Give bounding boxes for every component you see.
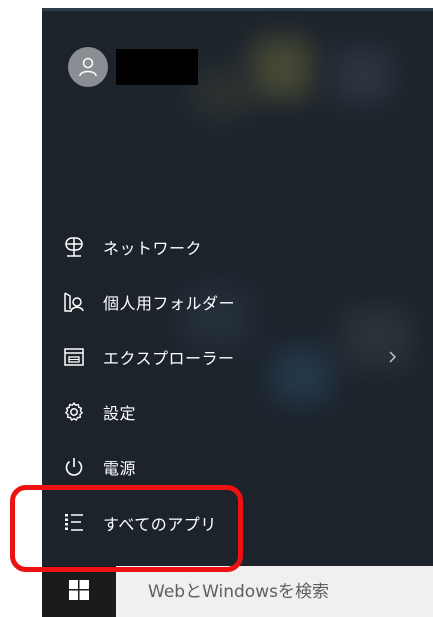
blurred-tile	[252, 38, 312, 98]
menu-item-network[interactable]: ネットワーク	[42, 224, 433, 270]
chevron-right-icon[interactable]	[385, 350, 399, 364]
menu-item-settings[interactable]: 設定	[42, 389, 433, 435]
gear-icon	[60, 398, 88, 426]
blurred-tile	[332, 48, 392, 103]
list-icon	[60, 509, 88, 537]
search-input[interactable]	[146, 580, 420, 603]
person-icon	[68, 47, 108, 87]
menu-item-label: ネットワーク	[103, 239, 203, 258]
menu-item-label: エクスプローラー	[103, 349, 235, 368]
blurred-tile	[192, 68, 252, 118]
personal-folder-icon	[60, 288, 88, 316]
menu-item-all-apps[interactable]: すべてのアプリ	[42, 500, 433, 546]
menu-item-personal-folder[interactable]: 個人用フォルダー	[42, 279, 433, 325]
menu-item-label: 個人用フォルダー	[103, 294, 236, 313]
taskbar	[42, 566, 433, 617]
menu-item-label: 電源	[103, 459, 137, 478]
username-redacted	[116, 49, 198, 85]
start-menu-top-border	[42, 8, 433, 11]
menu-item-label: 設定	[103, 404, 137, 423]
start-button[interactable]	[42, 566, 116, 617]
network-icon	[60, 233, 88, 261]
menu-item-label: すべてのアプリ	[103, 515, 217, 534]
menu-item-power[interactable]: 電源	[42, 444, 433, 490]
start-menu: ネットワーク 個人用フォルダー エクスプローラー 設定 電源 すべてのアプリ	[42, 8, 433, 566]
menu-item-file-explorer[interactable]: エクスプローラー	[42, 334, 433, 380]
power-icon	[60, 453, 88, 481]
file-explorer-icon	[60, 343, 88, 371]
windows-logo-icon	[69, 579, 89, 604]
user-account[interactable]	[68, 46, 198, 88]
screenshot-root: ネットワーク 個人用フォルダー エクスプローラー 設定 電源 すべてのアプリ W…	[0, 0, 433, 617]
search-box[interactable]	[116, 566, 433, 617]
